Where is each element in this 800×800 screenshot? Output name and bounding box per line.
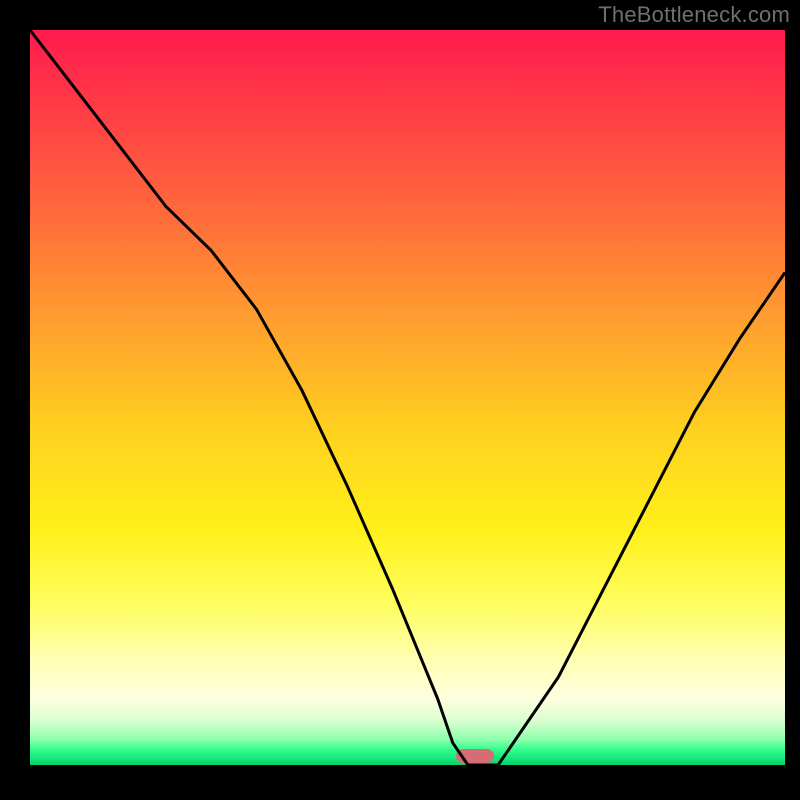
watermark-text: TheBottleneck.com — [598, 2, 790, 28]
curve-line — [30, 30, 785, 765]
chart-frame: TheBottleneck.com — [0, 0, 800, 800]
bottleneck-curve — [30, 30, 785, 765]
plot-area — [30, 30, 785, 765]
